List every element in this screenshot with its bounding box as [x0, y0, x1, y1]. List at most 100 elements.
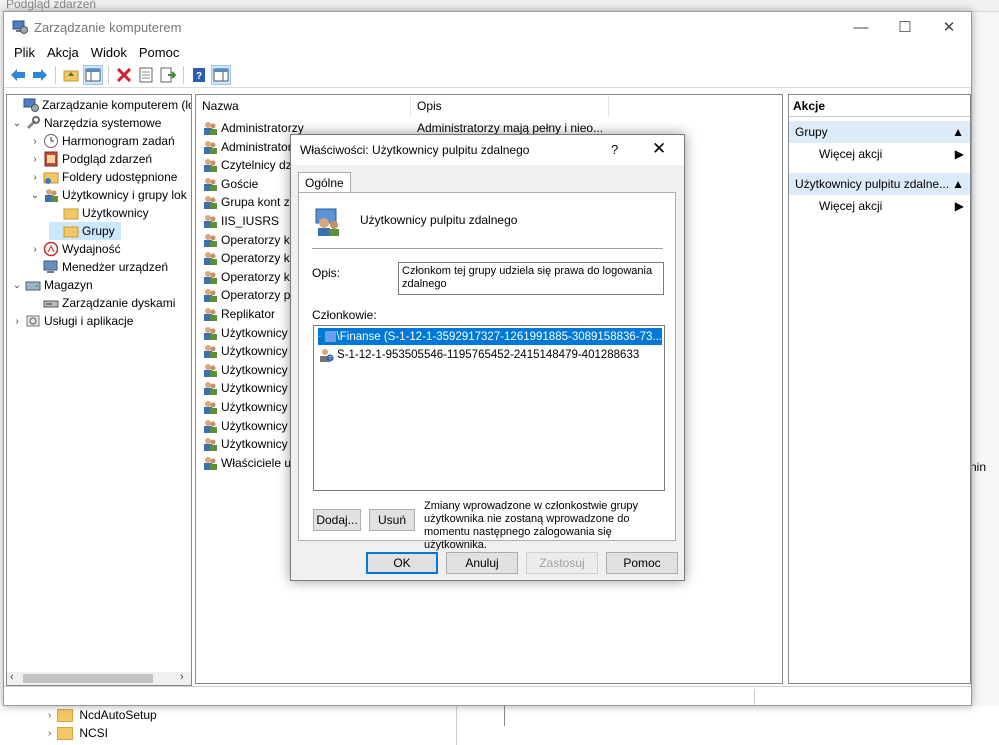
- scrollbar-thumb[interactable]: [23, 674, 153, 683]
- tree-horizontal-scrollbar[interactable]: ‹ ›: [6, 671, 192, 686]
- tree-node-computer-management[interactable]: Zarządzanie komputerem (loka: [9, 96, 191, 114]
- collapse-triangle-icon[interactable]: ▲: [952, 173, 964, 195]
- delete-button[interactable]: [114, 65, 134, 85]
- performance-icon: [43, 241, 59, 257]
- ok-button[interactable]: OK: [366, 552, 438, 574]
- actions-section-remote-desktop-users[interactable]: Użytkownicy pulpitu zdalne... ▲: [789, 173, 970, 195]
- members-list[interactable]: \Finanse (S-1-12-1-3592917327-1261991885…: [313, 325, 665, 491]
- group-icon: [204, 419, 217, 433]
- chevron-down-icon[interactable]: ⌄: [29, 190, 41, 201]
- column-header-name[interactable]: Nazwa: [196, 95, 411, 117]
- tree-label: Użytkownicy: [82, 206, 149, 220]
- collapse-triangle-icon[interactable]: ▲: [952, 121, 964, 143]
- properties-button[interactable]: [136, 65, 156, 85]
- tree-node-shared-folders[interactable]: › Foldery udostępnione: [29, 168, 177, 186]
- forward-button[interactable]: [30, 65, 50, 85]
- actions-section-groups[interactable]: Grupy ▲: [789, 121, 970, 143]
- tree-node-local-users-groups[interactable]: ⌄ Użytkownicy i grupy lok: [29, 186, 187, 204]
- domain-user-icon: [318, 335, 322, 339]
- storage-icon: [25, 281, 41, 291]
- group-icon: [204, 215, 217, 228]
- folder-icon: [63, 208, 79, 220]
- chevron-right-icon[interactable]: ›: [48, 710, 51, 721]
- action-label: Więcej akcji: [819, 199, 883, 213]
- menu-view[interactable]: Widok: [85, 45, 133, 60]
- services-icon: [26, 315, 40, 327]
- cancel-button[interactable]: Anuluj: [446, 552, 518, 574]
- group-icon: [204, 345, 217, 359]
- help-button[interactable]: ?: [189, 65, 209, 85]
- computer-management-icon: [23, 98, 39, 112]
- group-icon: [204, 382, 217, 396]
- description-field[interactable]: Członkom tej grupy udziela się prawa do …: [398, 262, 664, 295]
- chevron-right-icon[interactable]: ›: [29, 136, 41, 147]
- background-folder-item[interactable]: › NcdAutoSetup: [48, 708, 157, 722]
- membership-note: Zmiany wprowadzone w członkostwie grupy …: [424, 500, 638, 551]
- show-hide-tree-button[interactable]: [83, 64, 103, 85]
- close-button[interactable]: ✕: [926, 12, 972, 42]
- tree-node-event-viewer[interactable]: › Podgląd zdarzeń: [29, 150, 152, 168]
- folder-label: NCSI: [79, 726, 109, 740]
- actions-header: Akcje: [789, 95, 970, 117]
- chevron-right-icon[interactable]: ›: [48, 728, 51, 739]
- tree-node-disk-management[interactable]: Zarządzanie dyskami: [29, 294, 175, 312]
- show-action-pane-button[interactable]: [211, 64, 231, 85]
- redacted-domain: [324, 331, 336, 342]
- chevron-right-icon[interactable]: ›: [29, 244, 41, 255]
- chevron-down-icon[interactable]: ⌄: [11, 118, 23, 129]
- tree-node-services-apps[interactable]: › Usługi i aplikacje: [11, 312, 133, 330]
- help-dialog-button[interactable]: Pomoc: [606, 552, 678, 574]
- column-header-description[interactable]: Opis: [411, 95, 609, 117]
- tree-node-performance[interactable]: › Wydajność: [29, 240, 121, 258]
- svg-text:?: ?: [196, 71, 202, 82]
- member-row-selected[interactable]: \Finanse (S-1-12-1-3592917327-1261991885…: [318, 328, 662, 345]
- export-list-button[interactable]: [158, 65, 178, 85]
- background-explorer-area: › NcdAutoSetup › NCSI: [0, 706, 999, 745]
- member-row[interactable]: ? S-1-12-1-953505546-1195765452-24151484…: [318, 346, 639, 363]
- menu-help[interactable]: Pomoc: [133, 45, 185, 60]
- tab-general[interactable]: Ogólne: [298, 172, 351, 193]
- scroll-left-icon[interactable]: ‹: [10, 671, 14, 683]
- event-viewer-icon: [44, 151, 58, 167]
- group-icon: [204, 289, 217, 303]
- tree-label: Magazyn: [44, 278, 93, 292]
- arrow-left-icon: [11, 68, 25, 81]
- chevron-down-icon[interactable]: ⌄: [11, 280, 23, 291]
- chevron-right-icon[interactable]: ›: [11, 316, 23, 327]
- tree-node-task-scheduler[interactable]: › Harmonogram zadań: [29, 132, 175, 150]
- minimize-button[interactable]: —: [838, 12, 884, 42]
- background-folder-item[interactable]: › NCSI: [48, 726, 108, 740]
- group-icon: [204, 401, 217, 414]
- add-button[interactable]: Dodaj...: [313, 509, 361, 531]
- back-button[interactable]: [8, 65, 28, 85]
- tree-label: Narzędzia systemowe: [44, 116, 162, 130]
- dialog-help-button[interactable]: ?: [611, 142, 618, 157]
- tree-node-system-tools[interactable]: ⌄ Narzędzia systemowe: [11, 114, 161, 132]
- device-manager-icon: [43, 260, 58, 273]
- folder-icon: [57, 726, 74, 740]
- tree-label: Podgląd zdarzeń: [62, 152, 153, 166]
- maximize-button[interactable]: ☐: [882, 12, 928, 42]
- tree-node-users[interactable]: Użytkownicy: [49, 204, 149, 222]
- remove-button[interactable]: Usuń: [369, 509, 415, 531]
- tree-node-groups[interactable]: Grupy: [49, 222, 121, 240]
- chevron-right-icon[interactable]: ›: [29, 154, 41, 165]
- menu-action[interactable]: Akcja: [41, 45, 85, 60]
- dialog-close-button[interactable]: ✕: [652, 139, 666, 159]
- tree-label: Użytkownicy i grupy lok: [62, 188, 187, 202]
- tree-node-storage[interactable]: ⌄ Magazyn: [11, 276, 93, 294]
- tree-node-device-manager[interactable]: Menedżer urządzeń: [29, 258, 168, 276]
- computer-management-icon: [12, 20, 28, 34]
- up-level-button[interactable]: [61, 65, 81, 85]
- more-actions-remote-desktop-users[interactable]: Więcej akcji ▶: [789, 195, 970, 217]
- folder-up-icon: [63, 70, 79, 81]
- apply-button[interactable]: Zastosuj: [526, 552, 598, 574]
- disk-icon: [43, 300, 59, 308]
- menu-file[interactable]: Plik: [8, 45, 41, 60]
- chevron-right-icon[interactable]: ›: [29, 172, 41, 183]
- properties-dialog: Właściwości: Użytkownicy pulpitu zdalneg…: [290, 134, 685, 581]
- toolbar: ?: [4, 62, 971, 88]
- more-actions-groups[interactable]: Więcej akcji ▶: [789, 143, 970, 165]
- dialog-title: Właściwości: Użytkownicy pulpitu zdalneg…: [300, 143, 530, 157]
- scroll-right-icon[interactable]: ›: [180, 671, 184, 683]
